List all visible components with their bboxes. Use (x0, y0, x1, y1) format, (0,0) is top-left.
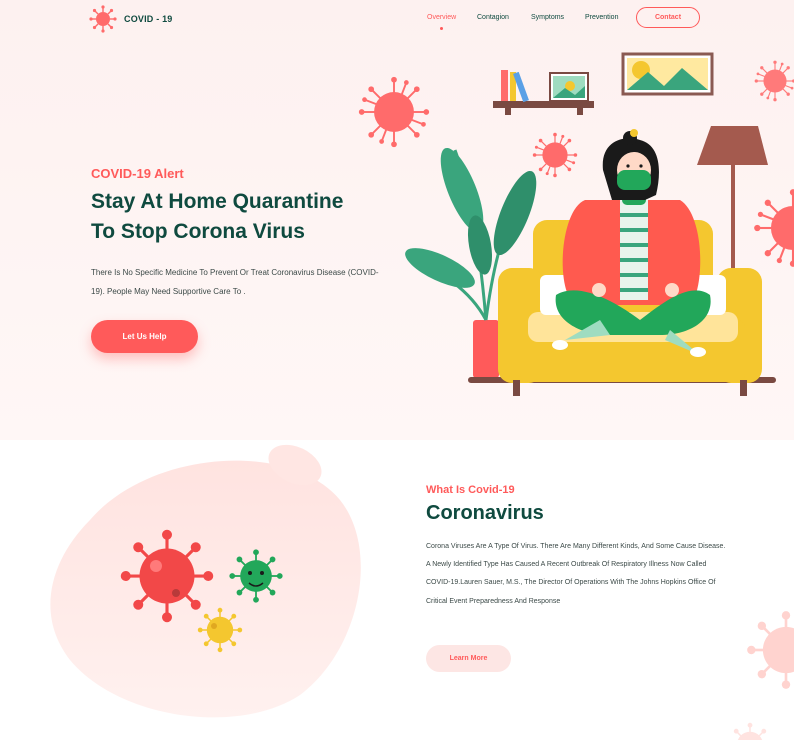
virus-decoration-icon (754, 60, 794, 102)
virus-decoration-icon (745, 609, 794, 691)
about-title: Coronavirus (426, 502, 544, 524)
about-subtitle: What Is Covid-19 (426, 484, 515, 496)
virus-decoration-icon (532, 132, 578, 178)
hero-illustration (357, 52, 794, 396)
virus-decoration-icon (357, 75, 431, 149)
learn-more-button[interactable]: Learn More (426, 645, 511, 672)
about-description: Corona Viruses Are A Type Of Virus. Ther… (426, 543, 726, 605)
virus-decoration-icon (727, 722, 773, 740)
virus-decoration-icon (753, 188, 794, 268)
